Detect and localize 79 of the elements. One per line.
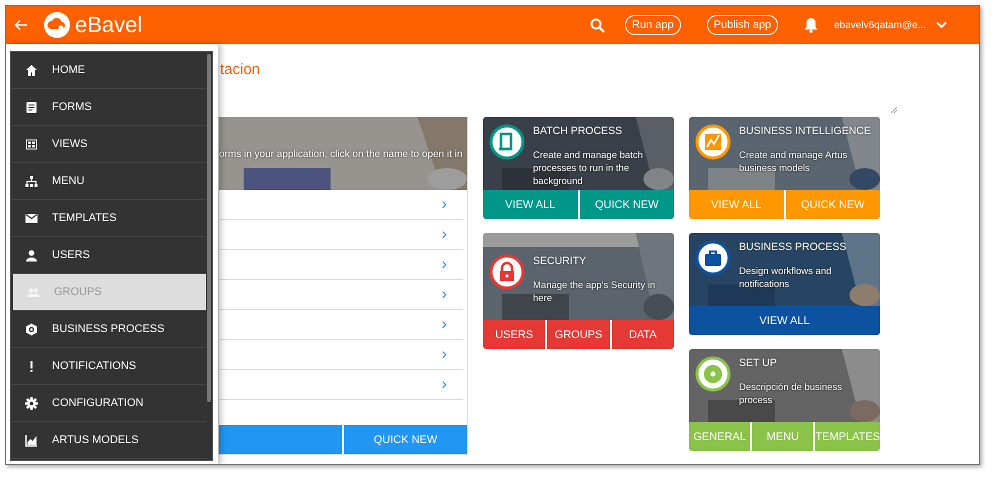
- grid-icon: [25, 138, 38, 150]
- list-row[interactable]: ›: [219, 370, 463, 400]
- menu-item-label: FORMS: [52, 101, 92, 113]
- menu-item[interactable]: VIEWS: [11, 126, 206, 163]
- tile-description: Create and manage Artus business models: [739, 149, 848, 175]
- chevron-icon[interactable]: ›: [442, 196, 447, 214]
- tile-description: Design workflows and notifications: [739, 265, 832, 291]
- list-row[interactable]: ›: [219, 190, 463, 220]
- menu-item[interactable]: GROUPS: [13, 274, 206, 311]
- menu-item-label: USERS: [52, 249, 90, 261]
- menu-item[interactable]: TEMPLATES: [11, 200, 206, 237]
- tile-button[interactable]: USERS: [483, 320, 546, 349]
- scrollbar[interactable]: [207, 54, 211, 402]
- tile-title: BATCH PROCESS: [533, 125, 622, 137]
- menu-item-label: VIEWS: [52, 138, 88, 150]
- tile-title: BUSINESS PROCESS: [739, 241, 846, 253]
- tile-description: Manage the app's Security in here: [533, 279, 656, 305]
- run-app-button[interactable]: Run app: [625, 15, 681, 35]
- menu-item[interactable]: FORMS: [11, 89, 206, 126]
- tile-button[interactable]: GENERAL: [689, 422, 750, 451]
- document-icon: [25, 100, 38, 114]
- menu-item[interactable]: ARTUS MODELS: [11, 422, 206, 459]
- caret-icon[interactable]: [936, 21, 947, 29]
- tile-button[interactable]: MENU: [752, 422, 814, 451]
- menu-item-label: NOTIFICATIONS: [52, 360, 136, 372]
- chevron-icon[interactable]: ›: [442, 376, 447, 394]
- back-arrow-icon[interactable]: [14, 18, 28, 32]
- tile-description: Create and manage batch processes to run in the background: [533, 149, 644, 188]
- tile-button[interactable]: DATA: [612, 320, 674, 349]
- chevron-icon[interactable]: ›: [442, 316, 447, 334]
- list-row[interactable]: ›: [219, 220, 463, 250]
- menu-item-label: CONFIGURATION: [52, 397, 144, 409]
- user-menu[interactable]: ebavelv6qatam@e...: [834, 20, 926, 30]
- cloud-logo-icon: [44, 12, 70, 38]
- menu-item-label: HOME: [52, 64, 85, 76]
- home-icon: [25, 64, 38, 76]
- chart-icon: [25, 434, 38, 446]
- tile-button[interactable]: VIEW ALL: [483, 190, 578, 219]
- tile-button[interactable]: VIEW ALL: [689, 306, 880, 335]
- tile-title: SET UP: [739, 357, 777, 369]
- list-row[interactable]: ›: [219, 250, 463, 280]
- tile-button[interactable]: VIEW ALL: [689, 190, 784, 219]
- list-row[interactable]: ›: [219, 340, 463, 370]
- tile-title: BUSINESS INTELLIGENCE: [739, 125, 871, 137]
- chevron-icon[interactable]: ›: [442, 226, 447, 244]
- tile-button[interactable]: QUICK NEW: [580, 190, 674, 219]
- hexagon-icon: [25, 322, 38, 336]
- tile-description: Descripción de business process: [739, 381, 843, 407]
- menu-item-label: BUSINESS PROCESS: [52, 323, 164, 335]
- app-logo-text: eBavel: [75, 12, 142, 38]
- tile-button[interactable]: GROUPS: [547, 320, 610, 349]
- menu-item[interactable]: HOME: [11, 52, 206, 89]
- card-description: orms in your application, click on the name to open it in: [219, 149, 462, 160]
- menu-item-label: MENU: [52, 175, 84, 187]
- menu-item-label: ARTUS MODELS: [52, 434, 139, 446]
- list-row[interactable]: ›: [219, 310, 463, 340]
- tile-button[interactable]: TEMPLATES: [815, 422, 880, 451]
- quick-new-button[interactable]: QUICK NEW: [344, 425, 467, 454]
- chevron-icon[interactable]: ›: [442, 346, 447, 364]
- page-title: tacion: [220, 61, 260, 78]
- chevron-icon[interactable]: ›: [442, 286, 447, 304]
- gear-icon: [25, 396, 38, 410]
- person-icon: [25, 248, 38, 262]
- menu-item-label: TEMPLATES: [52, 212, 117, 224]
- envelope-icon: [25, 212, 38, 224]
- search-icon[interactable]: [590, 18, 606, 32]
- menu-item-label: GROUPS: [54, 286, 102, 298]
- list-row[interactable]: ›: [219, 280, 463, 310]
- publish-app-button[interactable]: Publish app: [706, 15, 778, 35]
- menu-item[interactable]: BUSINESS PROCESS: [11, 311, 206, 348]
- resize-grip-icon[interactable]: [891, 107, 897, 113]
- chevron-icon[interactable]: ›: [442, 256, 447, 274]
- bell-icon[interactable]: [804, 17, 818, 33]
- menu-item[interactable]: NOTIFICATIONS: [11, 348, 206, 385]
- hierarchy-icon: [25, 174, 38, 188]
- tile-title: SECURITY: [533, 255, 586, 267]
- tile-button[interactable]: QUICK NEW: [786, 190, 880, 219]
- menu-item[interactable]: CONFIGURATION: [11, 385, 206, 422]
- menu-item[interactable]: MENU: [11, 163, 206, 200]
